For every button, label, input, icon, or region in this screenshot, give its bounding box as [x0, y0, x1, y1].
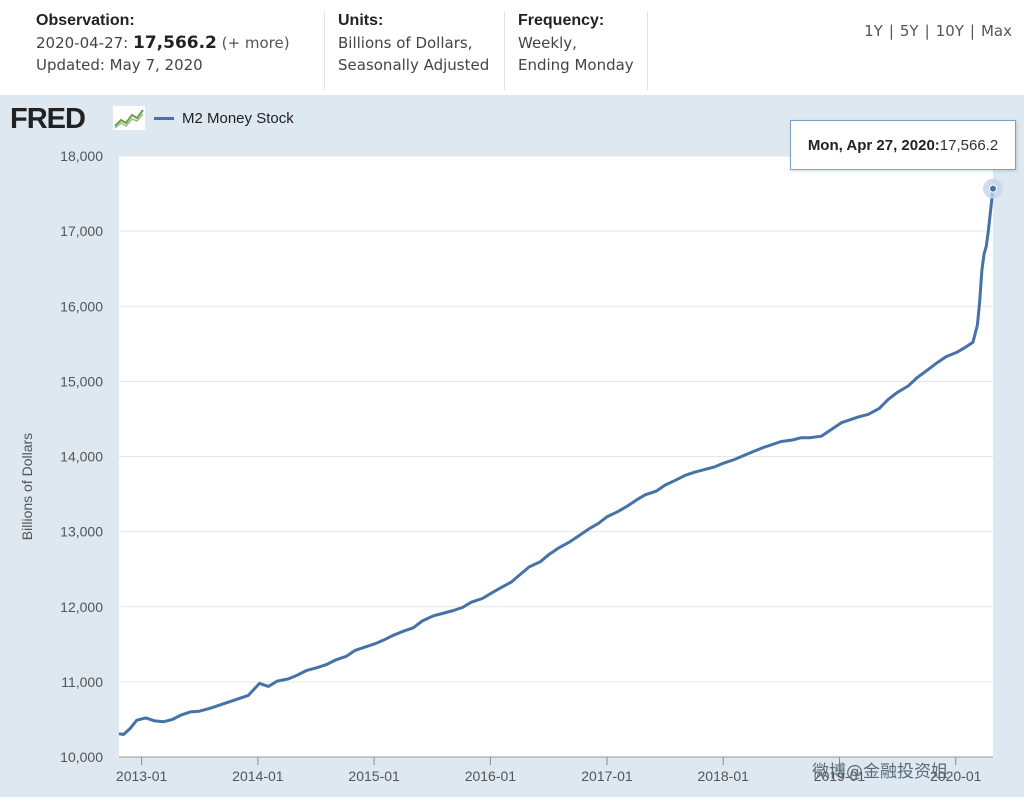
y-tick-label: 13,000 [60, 524, 103, 540]
x-tick-label: 2016-01 [465, 768, 517, 784]
y-tick-label: 15,000 [60, 373, 103, 389]
watermark: 微博@金融投资姐 [812, 762, 948, 782]
y-tick-label: 12,000 [60, 599, 103, 615]
x-tick-label: 2018-01 [698, 768, 750, 784]
y-tick-label: 16,000 [60, 298, 103, 314]
tooltip-date: Mon, Apr 27, 2020: [807, 136, 940, 154]
hover-point[interactable] [989, 184, 997, 193]
y-tick-label: 17,000 [60, 223, 103, 239]
y-tick-label: 18,000 [60, 148, 103, 164]
tooltip-value: 17,566.2 [939, 136, 999, 154]
x-tick-label: 2017-01 [581, 768, 633, 784]
data-tooltip: Mon, Apr 27, 2020: 17,566.2 [790, 120, 1016, 170]
y-axis-label: Billions of Dollars [19, 433, 35, 540]
y-tick-label: 14,000 [60, 449, 103, 465]
x-tick-label: 2014-01 [232, 768, 284, 784]
y-tick-label: 10,000 [60, 749, 103, 765]
x-tick-label: 2015-01 [348, 768, 400, 784]
x-tick-label: 2013-01 [116, 768, 168, 784]
y-tick-label: 11,000 [61, 674, 103, 690]
